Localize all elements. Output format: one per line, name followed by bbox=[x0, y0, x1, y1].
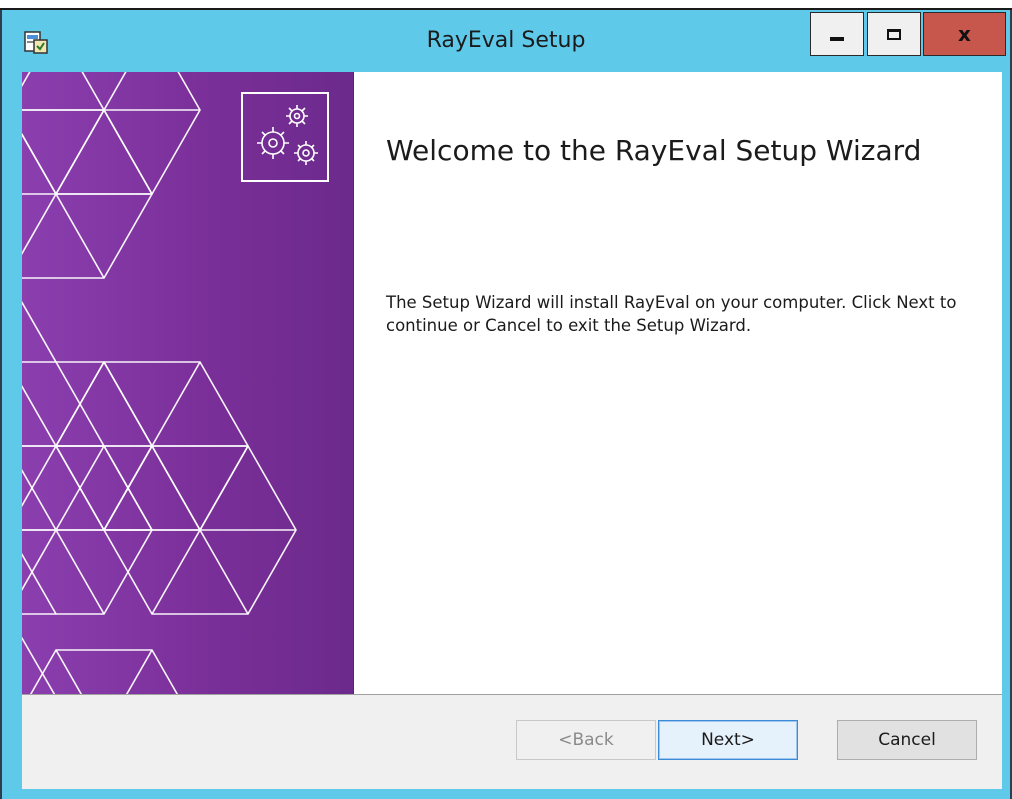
next-button[interactable]: Next> bbox=[658, 720, 798, 760]
back-button[interactable]: <Back bbox=[516, 720, 656, 760]
maximize-icon bbox=[887, 28, 901, 40]
wizard-banner bbox=[22, 72, 354, 695]
wizard-footer: <Back Next> Cancel bbox=[22, 695, 1002, 789]
wizard-description: The Setup Wizard will install RayEval on… bbox=[386, 293, 957, 335]
close-button[interactable]: x bbox=[923, 12, 1006, 56]
minimize-button[interactable] bbox=[810, 12, 864, 56]
minimize-icon bbox=[830, 37, 844, 41]
desktop-strip bbox=[0, 0, 1012, 10]
setup-window: RayEval Setup x Welcome to the RayEval S… bbox=[0, 10, 1012, 799]
cancel-button[interactable]: Cancel bbox=[837, 720, 977, 760]
gears-icon bbox=[241, 92, 329, 182]
titlebar[interactable]: RayEval Setup x bbox=[2, 10, 1010, 72]
wizard-content: Welcome to the RayEval Setup Wizard The … bbox=[22, 72, 1002, 695]
maximize-button[interactable] bbox=[867, 12, 921, 56]
close-icon: x bbox=[958, 22, 971, 46]
wizard-heading: Welcome to the RayEval Setup Wizard bbox=[386, 134, 922, 167]
